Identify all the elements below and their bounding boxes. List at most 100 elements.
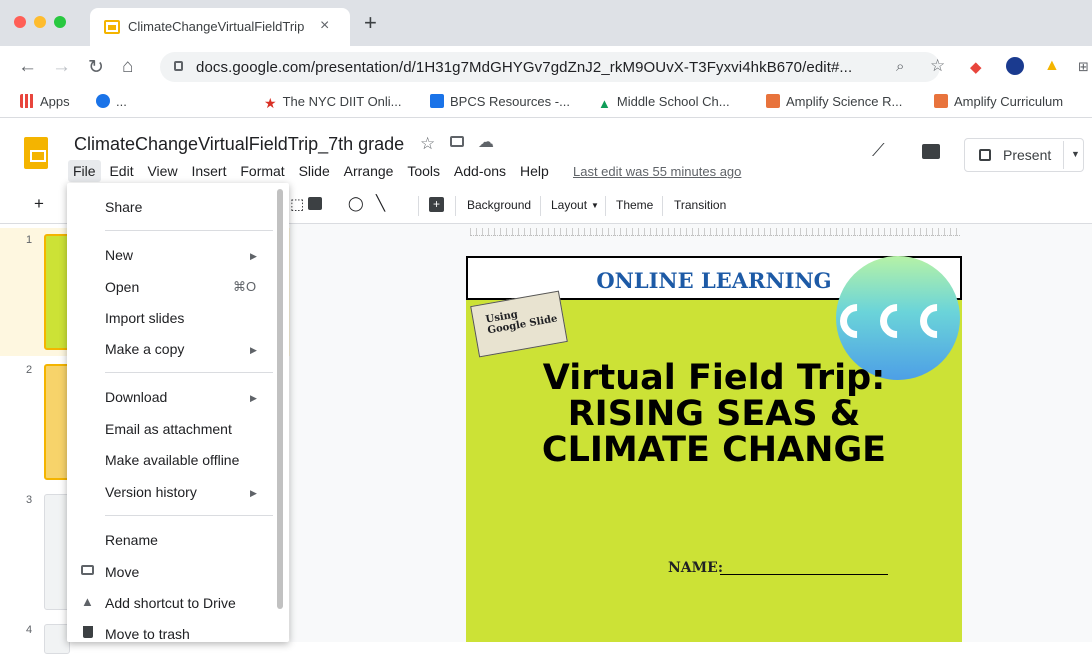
submenu-arrow-icon: ▶ [250,488,257,498]
minimize-window-button[interactable] [34,16,46,28]
present-dropdown-icon[interactable]: ▼ [1071,149,1080,159]
menu-item-new[interactable]: New [105,247,133,263]
menu-item-add-shortcut[interactable]: Add shortcut to Drive [105,595,236,611]
menu-bar: File Edit View Insert Format Slide Arran… [68,160,554,184]
comment-add-icon[interactable]: + [429,197,444,212]
slides-favicon-icon [104,20,120,34]
menu-item-rename[interactable]: Rename [105,532,158,548]
menu-view[interactable]: View [142,160,182,182]
ruler[interactable] [470,228,960,236]
bookmark-label: ... [116,94,127,109]
drive-shortcut-icon: ▲ [81,594,94,609]
maximize-window-button[interactable] [54,16,66,28]
address-bar-row: ← → ↻ ⌂ docs.google.com/presentation/d/1… [0,46,1092,88]
menu-file[interactable]: File [68,160,101,182]
menu-item-make-copy[interactable]: Make a copy [105,341,184,357]
extensions-grid-icon[interactable]: ⊞ [1078,59,1089,75]
open-shortcut: ⌘O [233,279,257,294]
bookmark-star-icon[interactable]: ☆ [930,56,945,76]
home-icon[interactable]: ⌂ [122,56,133,78]
divider [662,196,663,216]
menu-arrange[interactable]: Arrange [339,160,399,182]
tab-title: ClimateChangeVirtualFieldTrip [128,19,305,34]
menu-item-move-to-trash[interactable]: Move to trash [105,626,190,642]
kami-extension-icon[interactable] [1006,57,1024,75]
menu-slide[interactable]: Slide [294,160,335,182]
new-tab-button[interactable]: + [364,10,377,36]
menu-edit[interactable]: Edit [104,160,138,182]
bookmark-amplify-curriculum[interactable]: Amplify Curriculum [934,94,1063,109]
layout-button[interactable]: Layout [551,198,587,212]
shape-icon[interactable]: ◯ [348,195,364,212]
new-slide-icon[interactable]: + [34,194,44,214]
menu-item-offline[interactable]: Make available offline [105,452,239,468]
line-icon[interactable]: ╲ [376,194,385,212]
bookmark-icon [96,94,110,108]
back-arrow-icon[interactable]: ← [18,56,37,78]
bookmark-middle-school[interactable]: ▲ Middle School Ch... [598,94,730,111]
divider [455,196,456,216]
menu-scrollbar[interactable] [277,189,283,609]
thumbs-up-extension-icon[interactable]: ▲ [1044,57,1060,75]
extension-icon[interactable]: ◆ [970,58,982,76]
cloud-status-icon: ☁ [478,134,494,151]
star-icon[interactable]: ☆ [420,134,435,154]
image-icon[interactable] [308,197,322,210]
bookmarks-bar: Apps ... ★ The NYC DIIT Onli... BPCS Reso… [0,88,1092,118]
bookmark-nyc-diit[interactable]: ★ The NYC DIIT Onli... [264,94,402,111]
menu-item-version-history[interactable]: Version history [105,484,197,500]
document-title[interactable]: ClimateChangeVirtualFieldTrip_7th grade [74,134,404,155]
close-window-button[interactable] [14,16,26,28]
amplify-icon [934,94,948,108]
menu-format[interactable]: Format [235,160,289,182]
bookmark-amplify-science[interactable]: Amplify Science R... [766,94,902,109]
layout-dropdown-icon: ▼ [591,201,599,210]
menu-item-move[interactable]: Move [105,564,139,580]
bookmark-item[interactable]: ... [96,94,127,109]
omnibox[interactable]: docs.google.com/presentation/d/1H31g7MdG… [160,52,940,82]
menu-item-import-slides[interactable]: Import slides [105,310,184,326]
last-edit-link[interactable]: Last edit was 55 minutes ago [573,164,741,179]
slide-number: 3 [26,494,33,506]
file-menu-dropdown: Share New ▶ Open ⌘O Import slides Make a… [67,183,289,642]
menu-help[interactable]: Help [515,160,554,182]
bookmark-bpcs[interactable]: BPCS Resources -... [430,94,570,109]
browser-tab-strip: ClimateChangeVirtualFieldTrip × + [0,0,1092,46]
reload-icon[interactable]: ↻ [88,56,104,79]
menu-item-email-attachment[interactable]: Email as attachment [105,421,232,437]
menu-item-download[interactable]: Download [105,389,167,405]
slide-number: 2 [26,364,33,376]
menu-insert[interactable]: Insert [186,160,231,182]
tab-close-icon[interactable]: × [320,17,329,35]
text-box-icon[interactable]: ⬚ [290,195,304,213]
browser-tab[interactable]: ClimateChangeVirtualFieldTrip × [90,8,350,46]
wave-shape [836,296,882,346]
menu-tools[interactable]: Tools [402,160,445,182]
background-button[interactable]: Background [467,198,531,212]
activity-trend-icon[interactable]: ⟋ [872,140,885,161]
slide-number: 1 [26,234,33,246]
comments-icon[interactable] [922,144,940,159]
theme-button[interactable]: Theme [616,198,653,212]
menu-item-open[interactable]: Open [105,279,139,295]
present-button[interactable]: Present ▼ [964,138,1084,172]
menu-addons[interactable]: Add-ons [449,160,511,182]
submenu-arrow-icon: ▶ [250,393,257,403]
google-slide-tag[interactable]: Using Google Slide [470,290,568,358]
url-text[interactable]: docs.google.com/presentation/d/1H31g7MdG… [196,59,852,76]
wave-shape [872,296,922,346]
bookmark-label: BPCS Resources -... [450,94,570,109]
wave-shape [912,296,960,346]
bookmark-label: Apps [40,94,70,109]
menu-item-share[interactable]: Share [105,199,142,215]
current-slide[interactable]: ONLINE LEARNING Using Google Slide Virtu… [466,256,962,642]
zoom-icon[interactable]: ⌕ [896,58,904,75]
middle-school-icon: ▲ [598,96,611,111]
forward-arrow-icon[interactable]: → [52,56,71,78]
bookmark-apps[interactable]: Apps [20,94,70,109]
slides-logo-icon[interactable] [24,137,48,169]
slide-title[interactable]: Virtual Field Trip: RISING SEAS & CLIMAT… [466,360,962,468]
transition-button[interactable]: Transition [674,198,726,212]
move-folder-icon[interactable] [450,136,464,147]
name-label[interactable]: NAME: [668,560,723,576]
